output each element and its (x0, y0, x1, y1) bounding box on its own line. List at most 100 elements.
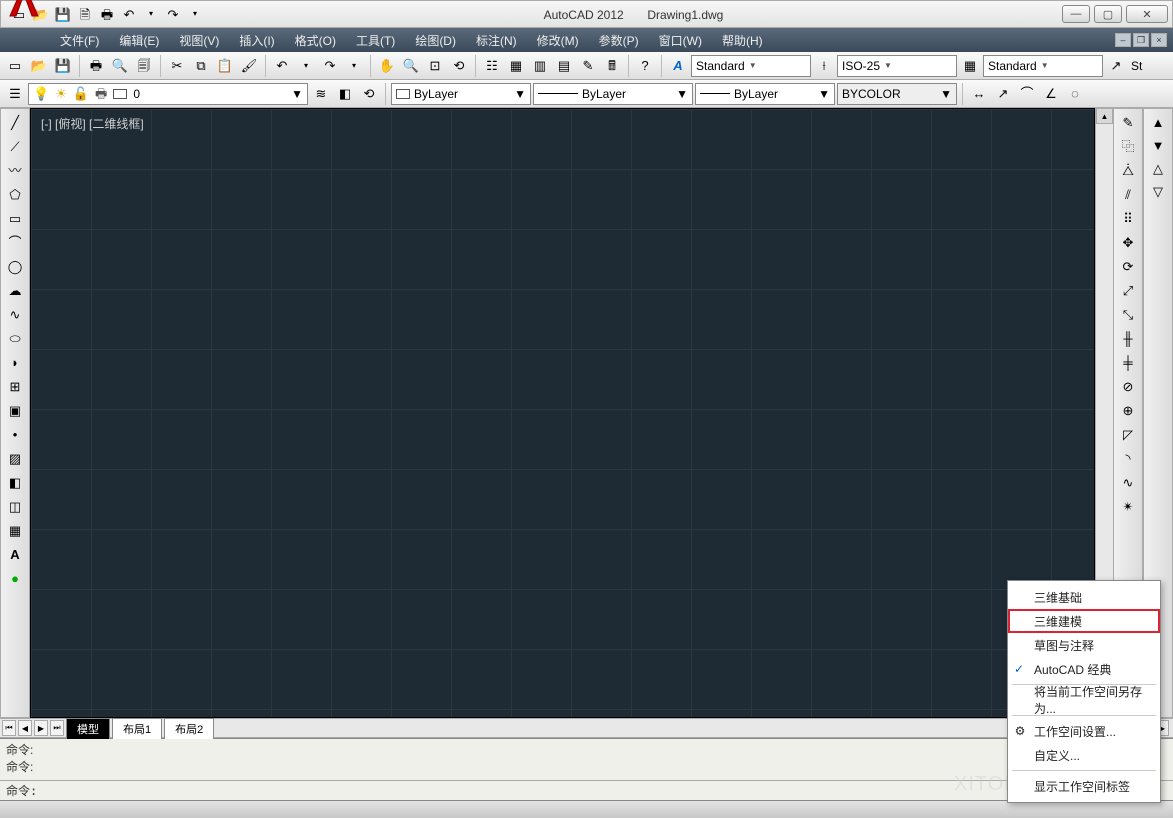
print-icon[interactable]: 🖶 (85, 55, 107, 77)
fillet-icon[interactable]: ◝ (1117, 447, 1139, 469)
copy-icon[interactable]: ⧉ (190, 55, 212, 77)
zoom-prev-icon[interactable]: ⟲ (448, 55, 470, 77)
redo-icon[interactable]: ↷ (319, 55, 341, 77)
menu-format[interactable]: 格式(O) (285, 28, 346, 53)
scale-icon[interactable]: ⤢ (1117, 279, 1139, 301)
command-window[interactable]: 命令: 命令: 命令: (0, 738, 1173, 800)
explode-icon[interactable]: ✴ (1117, 495, 1139, 517)
close-button[interactable]: ✕ (1126, 5, 1168, 23)
menu-view[interactable]: 视图(V) (169, 28, 229, 53)
qat-redo-dd-icon[interactable]: ▾ (185, 4, 205, 24)
drawing-canvas[interactable]: [-] [俯视] [二维线框] (30, 108, 1095, 718)
tab-nav-last-icon[interactable]: ⏭ (50, 720, 64, 736)
ctx-workspace-settings[interactable]: ⚙ 工作空间设置... (1008, 719, 1160, 743)
ctx-customize[interactable]: 自定义... (1008, 743, 1160, 767)
preview-icon[interactable]: 🔍 (109, 55, 131, 77)
send-back-icon[interactable]: ▼ (1147, 134, 1169, 156)
calc-icon[interactable]: 🖩 (601, 55, 623, 77)
app-menu-button[interactable] (4, 0, 44, 20)
tab-nav-prev-icon[interactable]: ◀ (18, 720, 32, 736)
qat-undo-dd-icon[interactable]: ▾ (141, 4, 161, 24)
redo-dd-icon[interactable]: ▾ (343, 55, 365, 77)
dim-linear-icon[interactable]: ↔ (968, 83, 990, 105)
copy-obj-icon[interactable]: ⿻ (1117, 135, 1139, 157)
menu-parametric[interactable]: 参数(P) (589, 28, 649, 53)
help-icon[interactable]: ? (634, 55, 656, 77)
linetype-selector[interactable]: ByLayer ▼ (533, 83, 693, 105)
tab-nav-next-icon[interactable]: ▶ (34, 720, 48, 736)
rotate-icon[interactable]: ⟳ (1117, 255, 1139, 277)
revcloud-icon[interactable]: ☁ (4, 279, 26, 301)
zoom-window-icon[interactable]: ⊡ (424, 55, 446, 77)
designcenter-icon[interactable]: ▦ (505, 55, 527, 77)
ctx-3d-basics[interactable]: 三维基础 (1008, 585, 1160, 609)
layer-selector[interactable]: 💡 ☀ 🔓 🖶 0 ▼ (28, 83, 308, 105)
polyline-icon[interactable]: 〰 (4, 159, 26, 181)
mleaderstyle-icon[interactable]: ↗ (1105, 55, 1127, 77)
menu-dimension[interactable]: 标注(N) (466, 28, 527, 53)
mtext-icon[interactable]: A (4, 543, 26, 565)
viewport-label[interactable]: [-] [俯视] [二维线框] (41, 115, 144, 132)
publish-icon[interactable]: 🗐 (133, 55, 155, 77)
join-icon[interactable]: ⊕ (1117, 399, 1139, 421)
tab-nav-first-icon[interactable]: ⏮ (2, 720, 16, 736)
dim-style-selector[interactable]: ISO-25 ▼ (837, 55, 957, 77)
markup-icon[interactable]: ✎ (577, 55, 599, 77)
table-icon[interactable]: ▦ (4, 519, 26, 541)
ctx-show-label[interactable]: 显示工作空间标签 (1008, 774, 1160, 798)
gradient-icon[interactable]: ◧ (4, 471, 26, 493)
layer-iso-icon[interactable]: ◧ (334, 83, 356, 105)
dim-arc-icon[interactable]: ⌒ (1016, 83, 1038, 105)
qat-saveas-icon[interactable]: 🗎 (75, 4, 95, 24)
save-icon[interactable]: 💾 (52, 55, 74, 77)
menu-draw[interactable]: 绘图(D) (405, 28, 466, 53)
new-icon[interactable]: ▭ (4, 55, 26, 77)
minimize-button[interactable]: — (1062, 5, 1090, 23)
ellipse-icon[interactable]: ⬭ (4, 327, 26, 349)
trim-icon[interactable]: ╫ (1117, 327, 1139, 349)
blend-icon[interactable]: ∿ (1117, 471, 1139, 493)
properties-icon[interactable]: ☷ (481, 55, 503, 77)
menu-edit[interactable]: 编辑(E) (109, 28, 169, 53)
ellipse-arc-icon[interactable]: ◗ (4, 351, 26, 373)
menu-help[interactable]: 帮助(H) (712, 28, 773, 53)
bring-above-icon[interactable]: △ (1147, 157, 1169, 179)
circle-icon[interactable]: ◯ (4, 255, 26, 277)
layer-states-icon[interactable]: ≋ (310, 83, 332, 105)
lineweight-selector[interactable]: ByLayer ▼ (695, 83, 835, 105)
table-style-selector[interactable]: Standard ▼ (983, 55, 1103, 77)
plotstyle-selector[interactable]: BYCOLOR ▼ (837, 83, 957, 105)
addselected-icon[interactable]: ● (4, 567, 26, 589)
chamfer-icon[interactable]: ◸ (1117, 423, 1139, 445)
tab-layout2[interactable]: 布局2 (164, 718, 214, 739)
move-icon[interactable]: ✥ (1117, 231, 1139, 253)
qat-print-icon[interactable]: 🖶 (97, 4, 117, 24)
open-icon[interactable]: 📂 (28, 55, 50, 77)
mirror-icon[interactable]: ⧊ (1117, 159, 1139, 181)
ctx-autocad-classic[interactable]: ✓ AutoCAD 经典 (1008, 657, 1160, 681)
xline-icon[interactable]: ⟋ (4, 135, 26, 157)
command-input-row[interactable]: 命令: (0, 780, 1173, 800)
menu-insert[interactable]: 插入(I) (229, 28, 284, 53)
mdi-restore-icon[interactable]: ❐ (1133, 33, 1149, 47)
break-icon[interactable]: ⊘ (1117, 375, 1139, 397)
qat-save-icon[interactable]: 💾 (53, 4, 73, 24)
sheetset-icon[interactable]: ▤ (553, 55, 575, 77)
mdi-close-icon[interactable]: × (1151, 33, 1167, 47)
menu-window[interactable]: 窗口(W) (649, 28, 712, 53)
undo-icon[interactable]: ↶ (271, 55, 293, 77)
zoom-rt-icon[interactable]: 🔍 (400, 55, 422, 77)
tablestyle-icon[interactable]: ▦ (959, 55, 981, 77)
layerprops-icon[interactable]: ☰ (4, 83, 26, 105)
region-icon[interactable]: ◫ (4, 495, 26, 517)
hatch-icon[interactable]: ▨ (4, 447, 26, 469)
erase-icon[interactable]: ✎ (1117, 111, 1139, 133)
cut-icon[interactable]: ✂ (166, 55, 188, 77)
dimstyle-icon[interactable]: ⟊ (813, 55, 835, 77)
scroll-up-icon[interactable]: ▲ (1096, 108, 1113, 124)
block-insert-icon[interactable]: ⊞ (4, 375, 26, 397)
qat-undo-icon[interactable]: ↶ (119, 4, 139, 24)
menu-file[interactable]: 文件(F) (50, 28, 109, 53)
dim-radius-icon[interactable]: ◌ (1064, 83, 1086, 105)
stretch-icon[interactable]: ⤡ (1117, 303, 1139, 325)
